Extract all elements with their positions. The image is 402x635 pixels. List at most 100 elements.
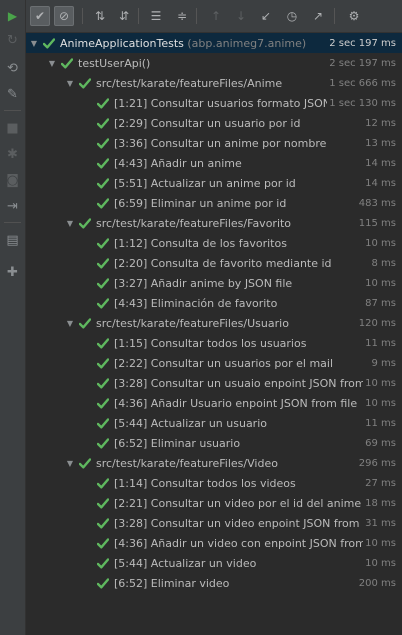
test-passed-icon xyxy=(96,297,110,309)
test-name-text: [1:12] Consulta de los favoritos xyxy=(114,236,287,250)
test-name-text: [2:20] Consulta de favorito mediante id xyxy=(114,256,332,270)
chevron-down-icon[interactable]: ▼ xyxy=(64,79,76,88)
test-passed-icon xyxy=(96,177,110,189)
test-passed-icon xyxy=(96,157,110,169)
test-passed-icon xyxy=(78,77,92,89)
test-name-text: src/test/karate/featureFiles/Favorito xyxy=(96,216,292,230)
settings-button[interactable]: ⚙ xyxy=(344,6,364,26)
feature-file-group[interactable]: ▼ src/test/karate/featureFiles/Favorito 11… xyxy=(26,213,402,233)
test-passed-icon xyxy=(96,137,110,149)
sidebar-separator xyxy=(4,110,21,111)
test-passed-icon xyxy=(96,557,110,569)
feature-file-group[interactable]: ▼ src/test/karate/featureFiles/Video 296 m… xyxy=(26,453,402,473)
layout-icon[interactable]: ▤ xyxy=(0,230,25,250)
test-case-row[interactable]: [3:28] Consultar un video enpoint JSON f… xyxy=(26,513,402,533)
test-passed-icon xyxy=(96,497,110,509)
test-case-row[interactable]: [4:43] Añadir un anime 14 ms xyxy=(26,153,402,173)
feature-file-group[interactable]: ▼ src/test/karate/featureFiles/Anime 1 sec… xyxy=(26,73,402,93)
show-ignored-button[interactable]: ⊘ xyxy=(54,6,74,26)
test-duration: 10 ms xyxy=(365,277,396,289)
test-name: testUserApi() xyxy=(78,57,327,70)
exit-icon[interactable]: ⇥ xyxy=(0,196,25,216)
test-case-row[interactable]: [1:21] Consultar usuarios formato JSON 1 … xyxy=(26,93,402,113)
test-case-row[interactable]: [5:44] Actualizar un usuario 11 ms xyxy=(26,413,402,433)
test-suite-root[interactable]: ▼ AnimeApplicationTests (abp.animeg7.anim… xyxy=(26,33,402,53)
test-name-text: [3:36] Consultar un anime por nombre xyxy=(114,136,327,150)
test-name: [5:44] Actualizar un video xyxy=(114,557,363,570)
test-case-row[interactable]: [2:22] Consultar un usuarios por el mail… xyxy=(26,353,402,373)
test-passed-icon xyxy=(60,57,74,69)
toggle-auto-test-icon[interactable]: ⟲ xyxy=(0,58,25,78)
test-passed-icon xyxy=(78,217,92,229)
test-name: [3:28] Consultar un usuaio enpoint JSON … xyxy=(114,377,363,390)
expand-all-button[interactable]: ☰ xyxy=(146,6,166,26)
chevron-down-icon[interactable]: ▼ xyxy=(64,459,76,468)
pin-icon[interactable]: ✚ xyxy=(0,262,25,282)
test-name: [6:52] Eliminar video xyxy=(114,577,357,590)
test-case-row[interactable]: [2:29] Consultar un usuario por id 12 ms xyxy=(26,113,402,133)
rerun-icon[interactable]: ↻ xyxy=(0,30,25,50)
test-case-row[interactable]: [4:43] Eliminación de favorito 87 ms xyxy=(26,293,402,313)
collapse-all-button[interactable]: ≑ xyxy=(172,6,192,26)
test-name: [2:29] Consultar un usuario por id xyxy=(114,117,363,130)
test-duration: 2 sec 197 ms xyxy=(329,57,396,69)
run-icon[interactable]: ▶ xyxy=(0,6,25,26)
test-case-row[interactable]: [6:59] Eliminar un anime por id 483 ms xyxy=(26,193,402,213)
test-name-text: [4:36] Añadir Usuario enpoint JSON from … xyxy=(114,396,358,410)
chevron-down-icon[interactable]: ▼ xyxy=(64,319,76,328)
sort-by-duration-button[interactable]: ⇵ xyxy=(114,6,134,26)
debug-icon[interactable]: ✱ xyxy=(0,144,25,164)
stop-icon[interactable]: ■ xyxy=(0,118,25,138)
toolbar-separator xyxy=(196,8,197,24)
test-duration: 1 sec 666 ms xyxy=(329,77,396,89)
test-duration: 31 ms xyxy=(365,517,396,529)
test-case-row[interactable]: [4:36] Añadir un video con enpoint JSON … xyxy=(26,533,402,553)
test-duration: 2 sec 197 ms xyxy=(329,37,396,49)
test-case-row[interactable]: [2:21] Consultar un video por el id del … xyxy=(26,493,402,513)
chevron-down-icon[interactable]: ▼ xyxy=(64,219,76,228)
test-name-text: [1:15] Consultar todos los usuarios xyxy=(114,336,307,350)
show-passed-button[interactable]: ✔ xyxy=(30,6,50,26)
test-case-row[interactable]: [6:52] Eliminar video 200 ms xyxy=(26,573,402,593)
test-duration: 18 ms xyxy=(365,497,396,509)
test-name: [6:59] Eliminar un anime por id xyxy=(114,197,357,210)
test-name: [2:21] Consultar un video por el id del … xyxy=(114,497,363,510)
test-history-button[interactable]: ◷ xyxy=(282,6,302,26)
camera-icon[interactable]: ◙ xyxy=(0,170,25,190)
test-case-row[interactable]: [3:28] Consultar un usuaio enpoint JSON … xyxy=(26,373,402,393)
test-name-text: src/test/karate/featureFiles/Anime xyxy=(96,76,283,90)
test-method[interactable]: ▼ testUserApi() 2 sec 197 ms xyxy=(26,53,402,73)
test-name-text: [3:27] Añadir anime by JSON file xyxy=(114,276,293,290)
test-case-row[interactable]: [3:36] Consultar un anime por nombre 13 m… xyxy=(26,133,402,153)
previous-failed-button[interactable]: ↑ xyxy=(206,6,226,26)
feature-file-group[interactable]: ▼ src/test/karate/featureFiles/Usuario 120… xyxy=(26,313,402,333)
test-passed-icon xyxy=(96,377,110,389)
test-duration: 10 ms xyxy=(365,377,396,389)
test-class-package: (abp.animeg7.anime) xyxy=(183,36,307,50)
test-case-row[interactable]: [4:36] Añadir Usuario enpoint JSON from … xyxy=(26,393,402,413)
test-case-row[interactable]: [6:52] Eliminar usuario 69 ms xyxy=(26,433,402,453)
test-name: [1:15] Consultar todos los usuarios xyxy=(114,337,363,350)
test-name: [1:14] Consultar todos los videos xyxy=(114,477,363,490)
test-name: src/test/karate/featureFiles/Anime xyxy=(96,77,327,90)
test-name-text: [5:51] Actualizar un anime por id xyxy=(114,176,296,190)
test-case-row[interactable]: [5:44] Actualizar un video 10 ms xyxy=(26,553,402,573)
test-name-text: [6:52] Eliminar usuario xyxy=(114,436,241,450)
test-case-row[interactable]: [1:12] Consulta de los favoritos 10 ms xyxy=(26,233,402,253)
test-case-row[interactable]: [3:27] Añadir anime by JSON file 10 ms xyxy=(26,273,402,293)
test-duration: 10 ms xyxy=(365,557,396,569)
export-tests-button[interactable]: ↗ xyxy=(308,6,328,26)
settings-wrench-icon[interactable]: ✎ xyxy=(0,84,25,104)
sort-alphabetically-button[interactable]: ⇅ xyxy=(90,6,110,26)
test-duration: 14 ms xyxy=(365,177,396,189)
test-case-row[interactable]: [2:20] Consulta de favorito mediante id 8… xyxy=(26,253,402,273)
test-case-row[interactable]: [1:14] Consultar todos los videos 27 ms xyxy=(26,473,402,493)
chevron-down-icon[interactable]: ▼ xyxy=(28,39,40,48)
test-name-text: [2:21] Consultar un video por el id del … xyxy=(114,496,362,510)
test-case-row[interactable]: [5:51] Actualizar un anime por id 14 ms xyxy=(26,173,402,193)
test-passed-icon xyxy=(96,437,110,449)
next-failed-button[interactable]: ↓ xyxy=(231,6,251,26)
chevron-down-icon[interactable]: ▼ xyxy=(46,59,58,68)
import-tests-button[interactable]: ↙ xyxy=(256,6,276,26)
test-case-row[interactable]: [1:15] Consultar todos los usuarios 11 ms xyxy=(26,333,402,353)
